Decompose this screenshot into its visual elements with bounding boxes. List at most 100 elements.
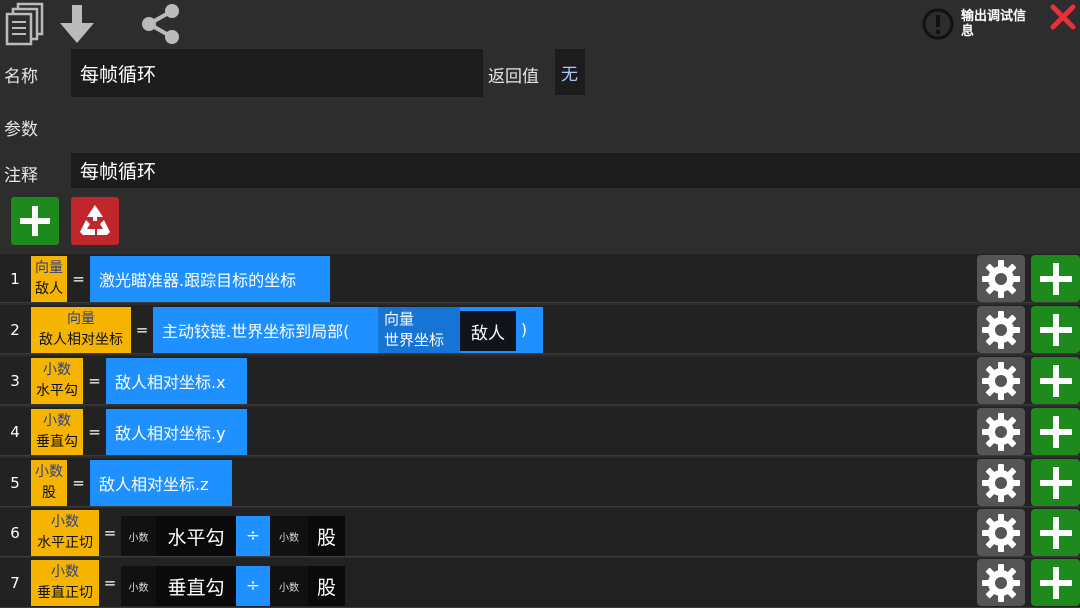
statement-row[interactable]: 3 小数 水平勾 = 敌人相对坐标.x <box>0 356 1080 405</box>
plus-icon <box>1039 313 1072 346</box>
variable-block[interactable]: 小数 水平勾 <box>31 358 83 404</box>
row-settings-button[interactable] <box>977 459 1025 506</box>
row-settings-button[interactable] <box>977 255 1025 302</box>
equals-sign: = <box>72 269 85 288</box>
variable-block[interactable]: 小数 股 <box>31 460 67 506</box>
plus-icon <box>1039 516 1072 549</box>
variable-name: 敌人 <box>35 281 63 297</box>
equals-sign: = <box>135 320 149 339</box>
gear-icon <box>982 513 1020 552</box>
recycle-icon <box>80 205 110 235</box>
plus-icon <box>1039 364 1072 397</box>
variable-type: 小数 <box>43 413 71 429</box>
plus-icon <box>1039 262 1072 295</box>
row-add-button[interactable] <box>1031 459 1080 506</box>
return-label: 返回值 <box>488 67 539 87</box>
parameter-type: 向量 <box>384 310 415 328</box>
variable-name: 水平勾 <box>36 383 78 399</box>
row-number: 4 <box>10 422 20 441</box>
row-settings-button[interactable] <box>977 509 1025 556</box>
plus-icon <box>1039 415 1072 448</box>
gear-icon <box>982 259 1020 298</box>
left-operand[interactable]: 垂直勾 <box>156 566 236 606</box>
row-add-button[interactable] <box>1031 559 1080 606</box>
statement-row[interactable]: 2 向量 敌人相对坐标 = 主动铰链.世界坐标到局部( 向量 世界坐标 敌人 ) <box>0 305 1080 354</box>
variable-type: 小数 <box>51 514 79 530</box>
name-label: 名称 <box>4 67 38 87</box>
expression-block[interactable]: 敌人相对坐标.y <box>106 409 247 455</box>
params-label: 参数 <box>4 120 38 140</box>
plus-icon <box>1039 466 1072 499</box>
warning-icon[interactable] <box>920 2 956 46</box>
name-input[interactable]: 每帧循环 <box>71 49 483 97</box>
parameter-block[interactable]: 向量 世界坐标 <box>378 307 460 353</box>
parameter-name: 世界坐标 <box>384 331 445 349</box>
operand-type: 小数 <box>121 566 156 606</box>
variable-block[interactable]: 小数 垂直正切 <box>31 560 99 606</box>
row-settings-button[interactable] <box>977 357 1025 404</box>
variable-name: 垂直正切 <box>37 585 93 601</box>
row-add-button[interactable] <box>1031 306 1080 353</box>
expression-block[interactable]: 激光瞄准器.跟踪目标的坐标 <box>90 256 330 302</box>
debug-output-label[interactable]: 输出调试信息 <box>961 9 1031 39</box>
left-operand[interactable]: 水平勾 <box>156 516 236 556</box>
divide-operator[interactable]: ÷ <box>236 516 270 556</box>
gear-icon <box>982 563 1020 602</box>
divide-operator[interactable]: ÷ <box>236 566 270 606</box>
row-number: 7 <box>10 573 20 592</box>
expression-block[interactable]: 敌人相对坐标.z <box>90 460 232 506</box>
statement-row[interactable]: 5 小数 股 = 敌人相对坐标.z <box>0 458 1080 507</box>
variable-name: 股 <box>42 485 56 501</box>
plus-icon <box>20 206 50 236</box>
gear-icon <box>982 310 1020 349</box>
variable-type: 小数 <box>51 564 79 580</box>
add-statement-button[interactable] <box>11 197 59 245</box>
operand-type: 小数 <box>270 516 308 556</box>
copy-pages-icon[interactable] <box>3 2 47 46</box>
row-add-button[interactable] <box>1031 357 1080 404</box>
plus-icon <box>1039 566 1072 599</box>
row-number: 2 <box>10 320 20 339</box>
return-value-select[interactable]: 无 <box>555 49 585 95</box>
variable-type: 小数 <box>35 464 63 480</box>
right-operand[interactable]: 股 <box>308 566 345 606</box>
variable-block[interactable]: 小数 垂直勾 <box>31 409 83 455</box>
top-toolbar: 输出调试信息 <box>0 0 1080 48</box>
variable-block[interactable]: 小数 水平正切 <box>31 510 99 556</box>
close-icon[interactable] <box>1048 2 1080 34</box>
row-settings-button[interactable] <box>977 559 1025 606</box>
statement-row[interactable]: 1 向量 敌人 = 激光瞄准器.跟踪目标的坐标 <box>0 254 1080 303</box>
statement-row[interactable]: 7 小数 垂直正切 = 小数 垂直勾 ÷ 小数 股 <box>0 558 1080 608</box>
operand-type: 小数 <box>270 566 308 606</box>
variable-name: 敌人相对坐标 <box>39 332 123 348</box>
share-icon[interactable] <box>139 2 183 46</box>
gear-icon <box>982 463 1020 502</box>
gear-icon <box>982 412 1020 451</box>
operand-type: 小数 <box>121 516 156 556</box>
variable-block[interactable]: 向量 敌人相对坐标 <box>31 307 131 353</box>
variable-block[interactable]: 向量 敌人 <box>31 256 67 302</box>
row-settings-button[interactable] <box>977 408 1025 455</box>
equals-sign: = <box>88 422 101 441</box>
function-call: 主动铰链.世界坐标到局部( <box>162 322 350 341</box>
statement-row[interactable]: 4 小数 垂直勾 = 敌人相对坐标.y <box>0 407 1080 456</box>
parameter-value[interactable]: 敌人 <box>460 311 516 351</box>
equals-sign: = <box>72 473 85 492</box>
row-settings-button[interactable] <box>977 306 1025 353</box>
row-number: 6 <box>10 523 20 542</box>
row-add-button[interactable] <box>1031 509 1080 556</box>
variable-type: 向量 <box>67 311 95 327</box>
equals-sign: = <box>103 573 117 592</box>
download-arrow-icon[interactable] <box>57 2 97 46</box>
right-operand[interactable]: 股 <box>308 516 345 556</box>
close-paren: ) <box>520 320 528 339</box>
equals-sign: = <box>103 523 117 542</box>
variable-name: 垂直勾 <box>36 434 78 450</box>
recycle-button[interactable] <box>71 197 119 245</box>
comment-label: 注释 <box>4 166 38 186</box>
row-add-button[interactable] <box>1031 255 1080 302</box>
statement-row[interactable]: 6 小数 水平正切 = 小数 水平勾 ÷ 小数 股 <box>0 508 1080 557</box>
row-add-button[interactable] <box>1031 408 1080 455</box>
expression-block[interactable]: 敌人相对坐标.x <box>106 358 247 404</box>
comment-input[interactable]: 每帧循环 <box>71 153 1080 188</box>
